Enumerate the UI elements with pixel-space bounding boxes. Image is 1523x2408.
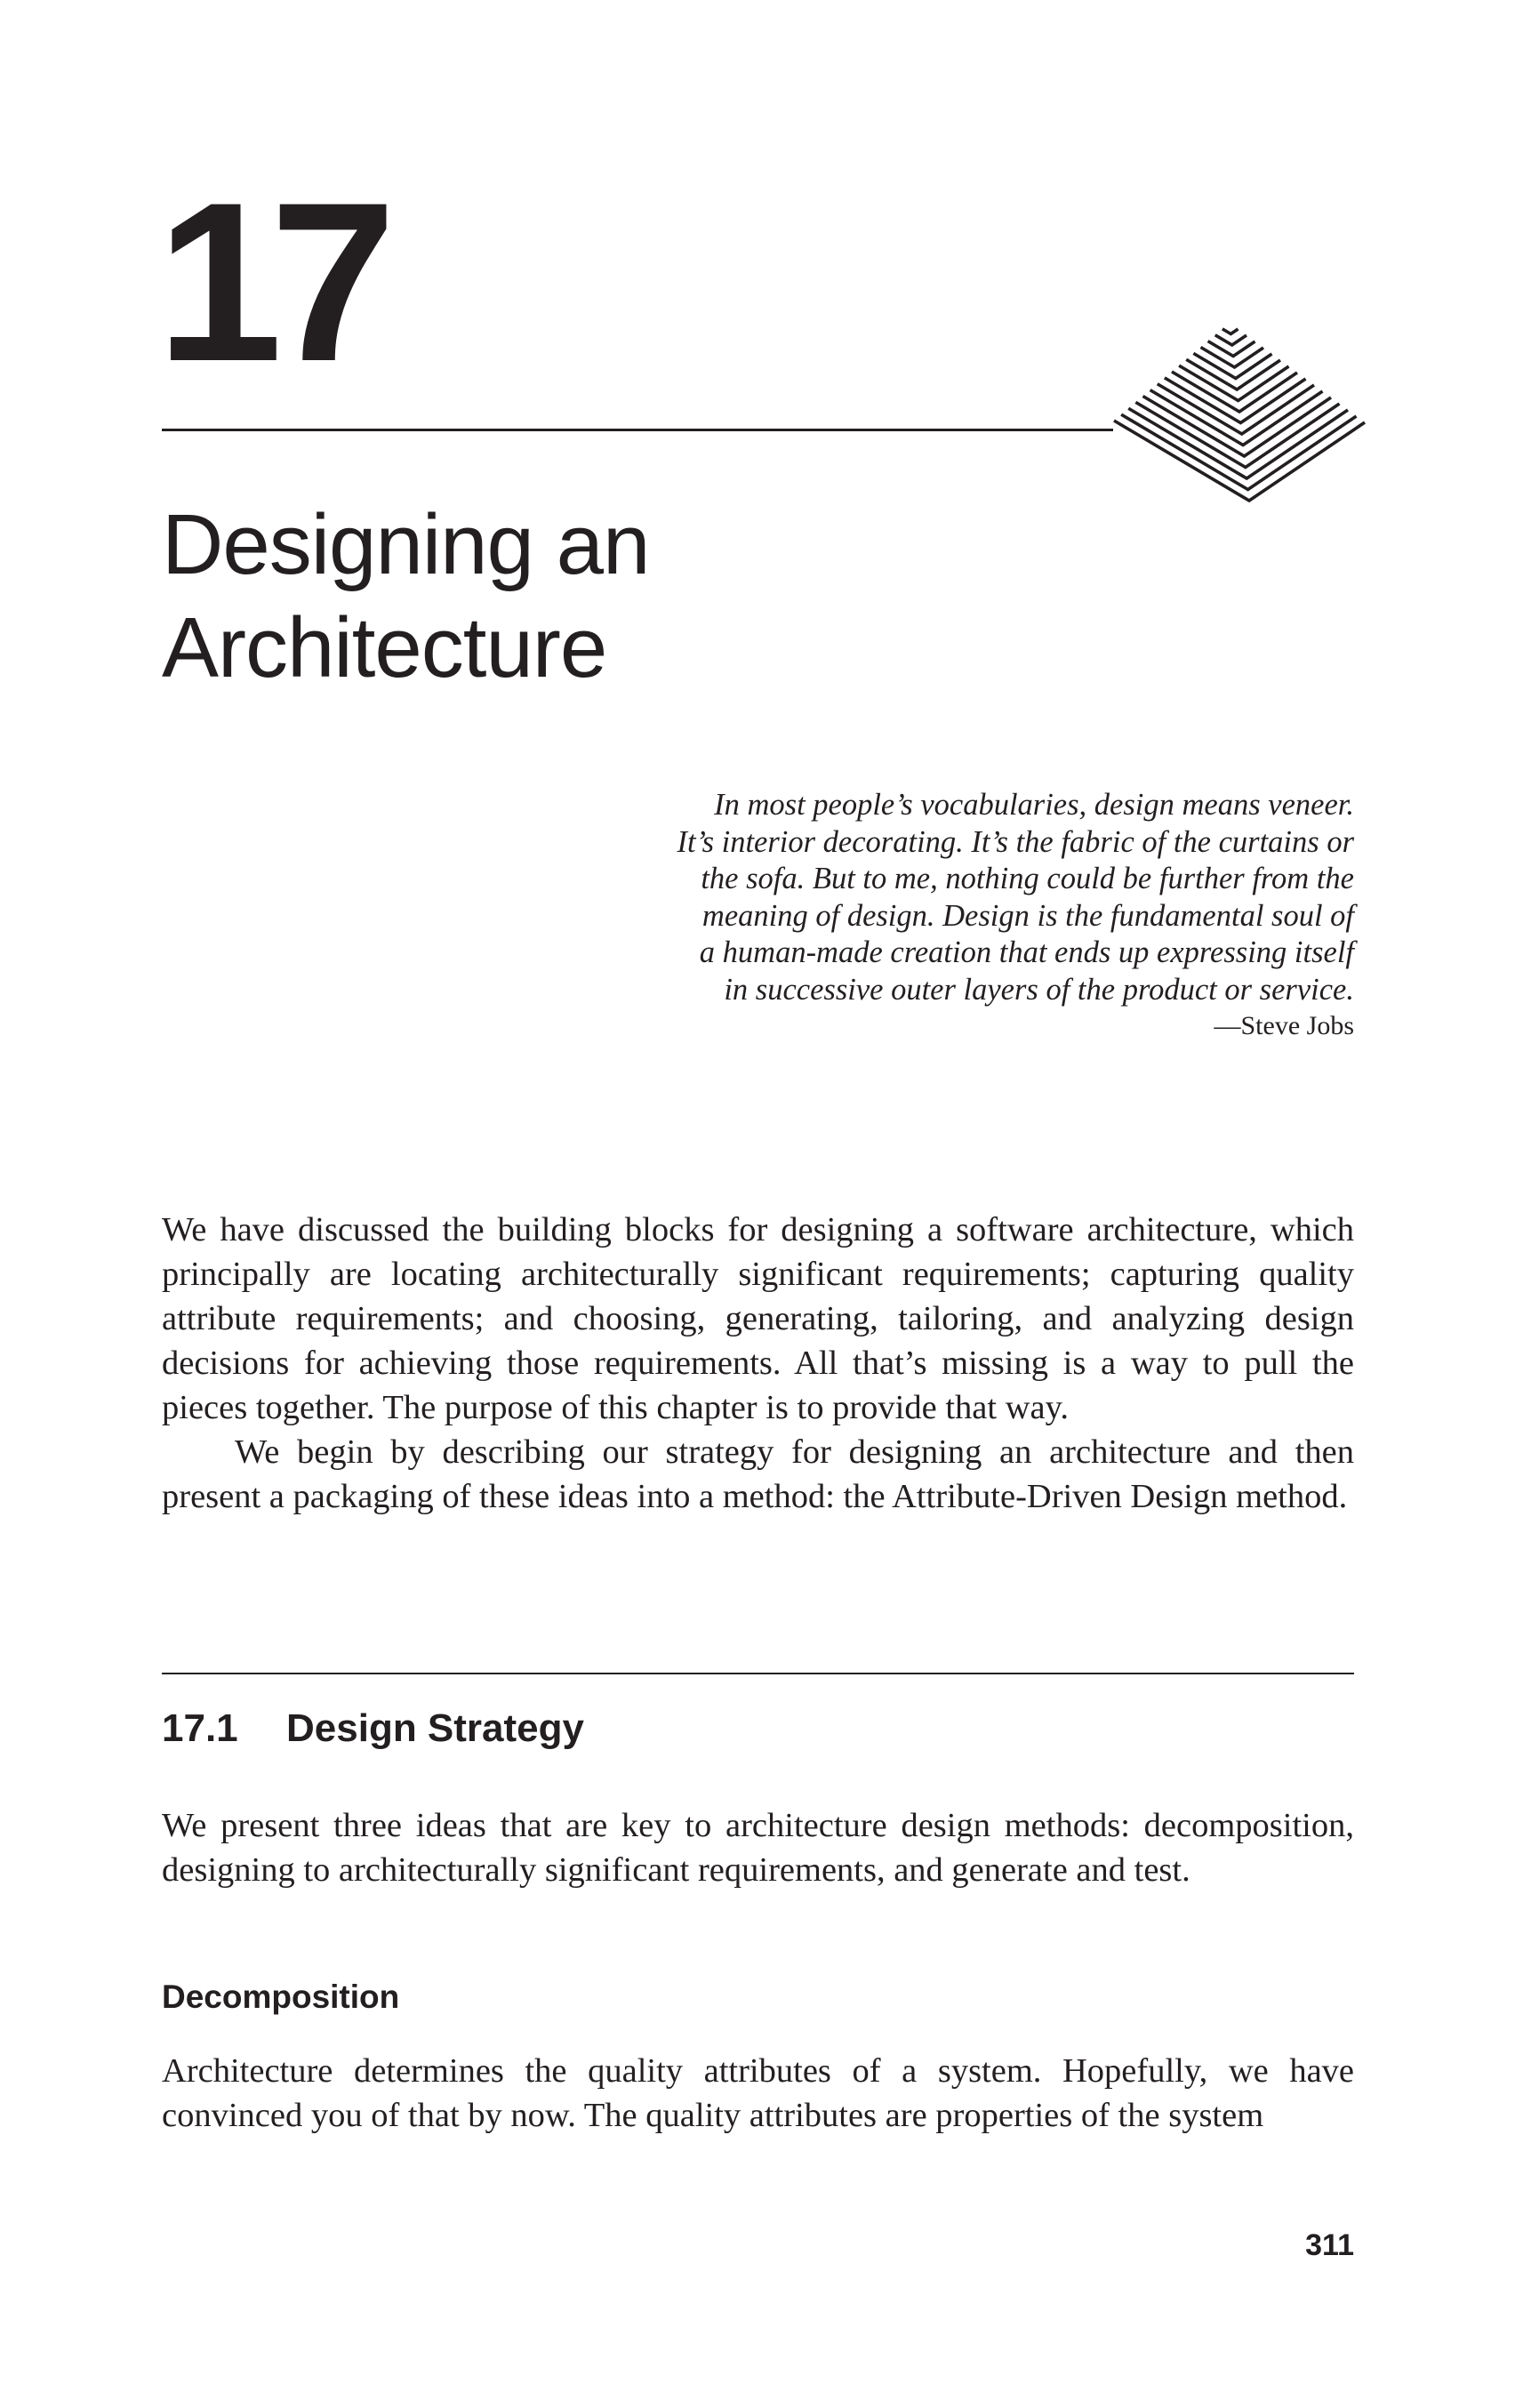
- intro-paragraph-2: We begin by describing our strategy for …: [162, 1433, 1354, 1515]
- epigraph-line: the sofa. But to me, nothing could be fu…: [701, 862, 1354, 895]
- section-paragraph: We present three ideas that are key to a…: [162, 1807, 1354, 1889]
- chapter-rule: [162, 429, 1113, 431]
- pyramid-stripe: [1185, 357, 1282, 392]
- pyramid-stripe: [1214, 333, 1248, 348]
- epigraph-line: meaning of design. Design is the fundame…: [701, 898, 1354, 933]
- page-number: 311: [1305, 2228, 1354, 2262]
- section-heading: 17.1 Design Strategy: [162, 1704, 584, 1754]
- epigraph-line: in successive outer layers of the produc…: [724, 972, 1354, 1007]
- intro-paragraph-1: We have discussed the building blocks fo…: [162, 1211, 1354, 1426]
- chapter-title-line-1: Designing an: [162, 497, 650, 592]
- epigraph: In most people’s vocabularies, design me…: [554, 787, 1354, 1044]
- chapter-title-line-2: Architecture: [162, 600, 607, 695]
- epigraph-attribution: —Steve Jobs: [1214, 1011, 1355, 1040]
- epigraph-line: It’s interior decorating. It’s the fabri…: [677, 824, 1354, 859]
- chapter-title: Designing an Architecture: [162, 494, 962, 700]
- epigraph-line: a human-made creation that ends up expre…: [699, 935, 1354, 969]
- section-title: Design Strategy: [286, 1706, 584, 1750]
- subsection-heading: Decomposition: [162, 1979, 400, 2015]
- pyramid-stripe: [1221, 327, 1239, 336]
- chapter-number: 17: [156, 156, 397, 409]
- subsection-paragraph: Architecture determines the quality attr…: [162, 2052, 1354, 2134]
- epigraph-line: In most people’s vocabularies, design me…: [714, 788, 1354, 822]
- book-page: 17 Designing an Architecture In most peo…: [0, 0, 1523, 2408]
- section-number: 17.1: [162, 1706, 238, 1750]
- section-rule: [162, 1673, 1354, 1674]
- pyramid-logo-icon: [1113, 327, 1367, 503]
